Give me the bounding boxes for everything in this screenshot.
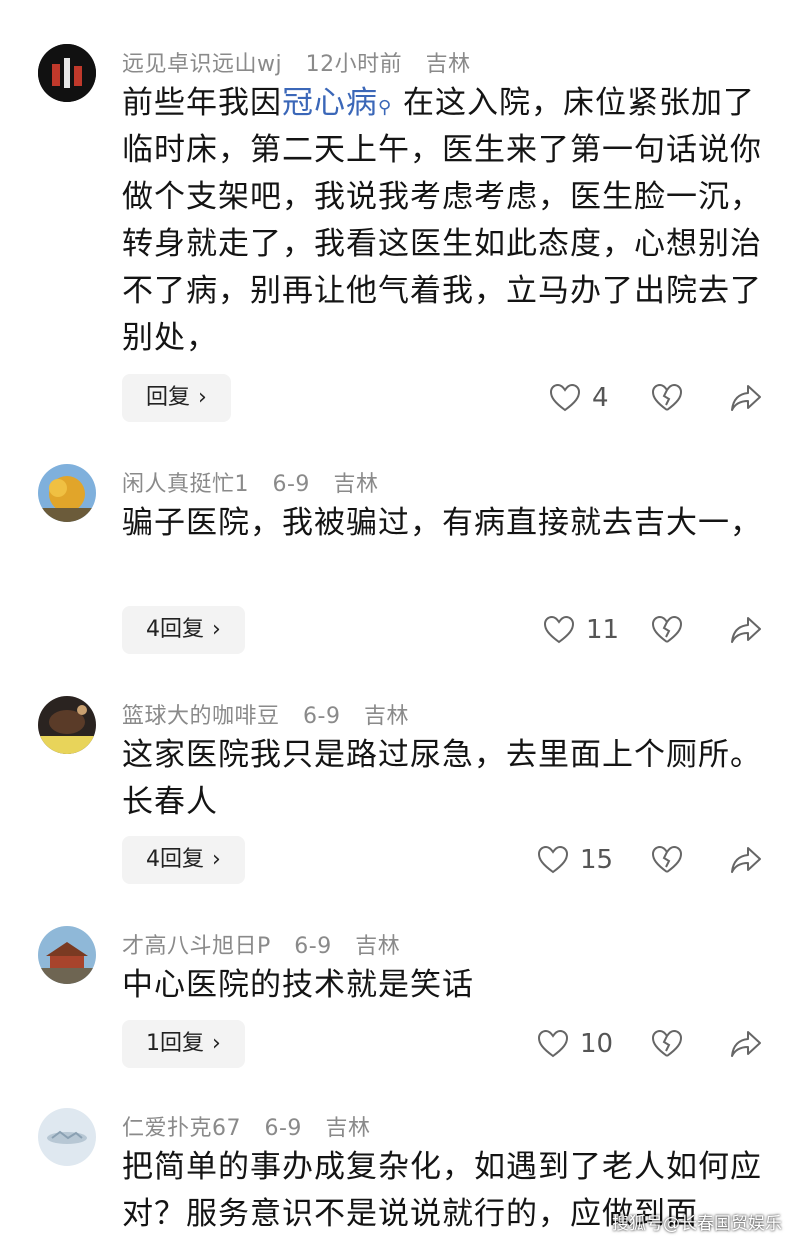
avatar[interactable] [38,926,96,984]
location: 吉林 [325,1116,371,1141]
heart-icon [538,1030,568,1058]
timestamp: 6-9 [272,472,310,497]
keyword-link[interactable]: 冠心病 [282,85,378,121]
username[interactable]: 远见卓识远山wj [122,52,282,77]
heart-icon [544,616,574,644]
location: 吉林 [363,704,409,729]
chevron-right-icon: › [212,847,221,872]
comment-text-part: 前些年我因 [122,85,282,121]
like-button[interactable]: 10 [538,1024,613,1064]
share-arrow-icon [731,847,761,873]
share-button[interactable] [730,840,762,880]
username[interactable]: 闲人真挺忙1 [122,472,249,497]
like-count: 15 [580,845,614,875]
comment-text: 这家医院我只是路过尿急，去里面上个厕所。长春人 [122,737,762,820]
avatar[interactable] [38,44,96,102]
comment-text: 骗子医院，我被骗过，有病直接就去吉大一， [122,505,762,541]
reply-button[interactable]: 1回复 › [122,1020,245,1068]
timestamp: 6-9 [264,1116,302,1141]
comment-meta: 仁爱扑克67 6-9 吉林 [122,1110,386,1142]
comment-text-part: 在这入院，床位紧张加了临时床，第二天上午，医生来了第一句话说你做个支架吧，我说我… [122,85,762,356]
share-button[interactable] [730,1024,762,1064]
location: 吉林 [355,934,401,959]
chevron-right-icon: › [212,1031,221,1056]
reply-label: 4回复 [146,847,204,872]
timestamp: 12小时前 [305,52,403,77]
reply-button[interactable]: 4回复 › [122,606,245,654]
like-count: 11 [586,615,620,645]
username[interactable]: 才高八斗旭日P [122,934,271,959]
search-icon[interactable]: ⚲ [378,97,392,118]
comment-meta: 篮球大的咖啡豆 6-9 吉林 [122,698,425,730]
location: 吉林 [425,52,471,77]
reply-label: 4回复 [146,617,204,642]
avatar[interactable] [38,464,96,522]
share-arrow-icon [731,617,761,643]
watermark: 搜狐号@长春国贸娱乐 [612,1214,782,1234]
share-arrow-icon [731,385,761,411]
like-button[interactable]: 11 [544,610,619,650]
dislike-button[interactable] [652,1024,682,1064]
like-button[interactable]: 4 [550,378,609,418]
username[interactable]: 仁爱扑克67 [122,1116,241,1141]
reply-label: 回复 [146,385,191,410]
like-button[interactable]: 15 [538,840,613,880]
avatar[interactable] [38,1108,96,1166]
broken-heart-icon [652,384,682,411]
username[interactable]: 篮球大的咖啡豆 [122,704,280,729]
comment-meta: 闲人真挺忙1 6-9 吉林 [122,466,394,498]
dislike-button[interactable] [652,840,682,880]
dislike-button[interactable] [652,610,682,650]
comment-text: 中心医院的技术就是笑话 [122,967,474,1003]
share-arrow-icon [731,1031,761,1057]
share-button[interactable] [730,378,762,418]
heart-icon [538,846,568,874]
comment-meta: 才高八斗旭日P 6-9 吉林 [122,928,416,960]
dislike-button[interactable] [652,378,682,418]
reply-button[interactable]: 回复 › [122,374,231,422]
broken-heart-icon [652,1030,682,1057]
avatar[interactable] [38,696,96,754]
broken-heart-icon [652,616,682,643]
like-count: 10 [580,1029,614,1059]
share-button[interactable] [730,610,762,650]
comment-text: 前些年我因冠心病⚲ 在这入院，床位紧张加了临时床，第二天上午，医生来了第一句话说… [122,80,762,362]
comment-meta: 远见卓识远山wj 12小时前 吉林 [122,46,487,78]
reply-button[interactable]: 4回复 › [122,836,245,884]
chevron-right-icon: › [198,385,207,410]
timestamp: 6-9 [294,934,332,959]
timestamp: 6-9 [303,704,341,729]
broken-heart-icon [652,846,682,873]
heart-icon [550,384,580,412]
location: 吉林 [333,472,379,497]
chevron-right-icon: › [212,617,221,642]
like-count: 4 [592,383,609,413]
reply-label: 1回复 [146,1031,204,1056]
